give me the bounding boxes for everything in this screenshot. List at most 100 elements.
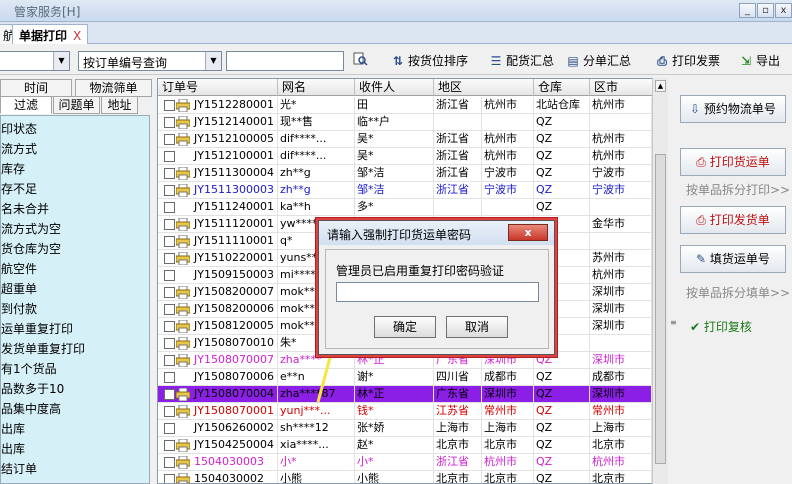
- table-row[interactable]: JY1511300003 zh**g 邹*洁 浙江省 宁波市 QZ 宁波市: [158, 182, 652, 199]
- tab-document-print[interactable]: 单据打印 X: [12, 24, 89, 44]
- filter-item[interactable]: 出库: [1, 420, 25, 437]
- scroll-thumb[interactable]: [655, 154, 666, 464]
- summary-icon: ▤: [567, 54, 579, 68]
- column-header-nickname[interactable]: 网名: [278, 79, 355, 96]
- filter-item[interactable]: 有1个货品: [1, 360, 57, 377]
- print-delivery-button[interactable]: ⎙ 打印发货单: [680, 206, 786, 234]
- filter-item[interactable]: 流方式为空: [1, 220, 61, 237]
- row-checkbox[interactable]: [164, 202, 175, 213]
- filter-item[interactable]: 流方式: [1, 140, 37, 157]
- table-row[interactable]: JY1508070004 zha****87 林*正 广东省 深圳市 QZ 深圳市: [158, 386, 652, 403]
- password-input[interactable]: [336, 282, 539, 302]
- table-row[interactable]: 1504030003 小* 小* 浙江省 杭州市 QZ 杭州市: [158, 454, 652, 471]
- filter-select[interactable]: ▼: [0, 51, 70, 71]
- cell-recv: 林*正: [355, 386, 434, 403]
- row-checkbox[interactable]: [164, 253, 175, 264]
- table-row[interactable]: 1504030002 小熊 小熊 北京市 北京市 QZ 北京市: [158, 471, 652, 483]
- row-checkbox[interactable]: [164, 406, 175, 417]
- close-window-button[interactable]: x: [775, 3, 792, 18]
- table-row[interactable]: JY1512100005 dif****... 吴* 浙江省 杭州市 QZ 杭州市: [158, 131, 652, 148]
- row-checkbox[interactable]: [164, 185, 175, 196]
- sort-by-location-button[interactable]: ⇅ 按货位排序: [390, 51, 468, 71]
- search-button[interactable]: [350, 51, 370, 71]
- filter-item[interactable]: 出库: [1, 440, 25, 457]
- fill-waybill-button[interactable]: ✎ 填货运单号: [680, 245, 786, 273]
- table-row[interactable]: JY1512100001 dif****... 吴* 浙江省 杭州市 QZ 杭州市: [158, 148, 652, 165]
- tab-address[interactable]: 地址: [101, 96, 138, 114]
- table-row[interactable]: JY1512140001 现**售 临**户 QZ: [158, 114, 652, 131]
- row-checkbox[interactable]: [164, 321, 175, 332]
- table-row[interactable]: JY1511240001 ka**h 多* QZ: [158, 199, 652, 216]
- row-checkbox[interactable]: [164, 151, 175, 162]
- filter-item[interactable]: 航空件: [1, 260, 37, 277]
- row-checkbox[interactable]: [164, 117, 175, 128]
- row-checkbox[interactable]: [164, 355, 175, 366]
- search-input[interactable]: [226, 51, 344, 71]
- minimize-button[interactable]: _: [739, 3, 756, 18]
- split-print-link[interactable]: 按单品拆分打印>>: [686, 181, 790, 198]
- filter-item[interactable]: 货仓库为空: [1, 240, 61, 257]
- column-header-warehouse[interactable]: 仓库: [534, 79, 590, 96]
- column-header-order-id[interactable]: 订单号: [158, 79, 278, 96]
- row-checkbox[interactable]: [164, 168, 175, 179]
- grid-scrollbar[interactable]: ▲: [652, 78, 668, 484]
- cancel-button[interactable]: 取消: [446, 316, 508, 338]
- column-header-region[interactable]: 地区: [434, 79, 534, 96]
- filter-item[interactable]: 结订单: [1, 460, 37, 477]
- row-checkbox[interactable]: [164, 236, 175, 247]
- scroll-up-icon[interactable]: ▲: [655, 80, 666, 92]
- row-checkbox[interactable]: [164, 304, 175, 315]
- row-checkbox[interactable]: [164, 440, 175, 451]
- column-header-recipient[interactable]: 收件人: [355, 79, 434, 96]
- table-row[interactable]: JY1512280001 光* 田浙江省 杭州市 北站仓库 杭州市: [158, 97, 652, 114]
- query-mode-select[interactable]: 按订单编号查询 ▼: [78, 51, 222, 71]
- print-invoice-button[interactable]: ⎙ 打印发票: [654, 51, 720, 71]
- row-checkbox[interactable]: [164, 270, 175, 281]
- filter-item[interactable]: 品数多于10: [1, 380, 64, 397]
- row-checkbox[interactable]: [164, 474, 175, 483]
- tab-filter[interactable]: 过滤: [0, 96, 52, 114]
- row-checkbox[interactable]: [164, 100, 175, 111]
- row-checkbox[interactable]: [164, 423, 175, 434]
- tab-close-icon[interactable]: X: [73, 29, 81, 43]
- export-button[interactable]: ⇲ 导出: [738, 51, 780, 71]
- cell-city: 成都市: [482, 369, 534, 386]
- print-recheck-button[interactable]: ✔ 打印复核: [690, 318, 752, 335]
- table-row[interactable]: JY1504250004 xia****... 赵* 北京市 北京市 QZ 北京市: [158, 437, 652, 454]
- tab-problem-orders[interactable]: 问题单: [53, 96, 100, 114]
- filter-item[interactable]: 运单重复打印: [1, 320, 73, 337]
- split-summary-button[interactable]: ▤ 分单汇总: [565, 51, 631, 71]
- distribution-summary-button[interactable]: ☰ 配货汇总: [488, 51, 554, 71]
- row-checkbox[interactable]: [164, 372, 175, 383]
- dialog-close-button[interactable]: x: [508, 224, 548, 241]
- column-header-district[interactable]: 区市: [590, 79, 652, 96]
- cell-city: 上海市: [482, 420, 534, 437]
- table-row[interactable]: JY1506260002 sh****12 张*娇 上海市 上海市 QZ 上海市: [158, 420, 652, 437]
- book-logistics-button[interactable]: ⇩ 预约物流单号: [680, 95, 786, 123]
- confirm-button[interactable]: 确定: [374, 316, 436, 338]
- row-checkbox[interactable]: [164, 389, 175, 400]
- restore-button[interactable]: ▫: [757, 3, 774, 18]
- tab-logistics-filter[interactable]: 物流筛单: [75, 79, 152, 97]
- filter-item[interactable]: 发货单重复打印: [1, 340, 85, 357]
- tab-time[interactable]: 时间: [0, 79, 72, 97]
- filter-item[interactable]: 到付款: [1, 300, 37, 317]
- table-row[interactable]: JY1508070001 yunj***... 钱* 江苏省 常州市 QZ 常州市: [158, 403, 652, 420]
- filter-item[interactable]: 名未合并: [1, 200, 49, 217]
- filter-item[interactable]: 超重单: [1, 280, 37, 297]
- row-checkbox[interactable]: [164, 338, 175, 349]
- filter-item[interactable]: 存不足: [1, 180, 37, 197]
- filter-item[interactable]: 库存: [1, 160, 25, 177]
- cell-id: JY1508070007: [192, 352, 278, 369]
- split-fill-link[interactable]: 按单品拆分填单>>: [686, 284, 790, 301]
- row-checkbox[interactable]: [164, 219, 175, 230]
- table-row[interactable]: JY1508070006 e**n 谢* 四川省 成都市 QZ 成都市: [158, 369, 652, 386]
- row-checkbox[interactable]: [164, 134, 175, 145]
- filter-item[interactable]: 印状态: [1, 120, 37, 137]
- table-row[interactable]: JY1511300004 zh**g 邹*洁 浙江省 宁波市 QZ 宁波市: [158, 165, 652, 182]
- filter-item[interactable]: 品集中度高: [1, 400, 61, 417]
- row-checkbox[interactable]: [164, 457, 175, 468]
- row-checkbox[interactable]: [164, 287, 175, 298]
- print-waybill-button[interactable]: ⎙ 打印货运单: [680, 148, 786, 176]
- cell-city: [482, 114, 534, 131]
